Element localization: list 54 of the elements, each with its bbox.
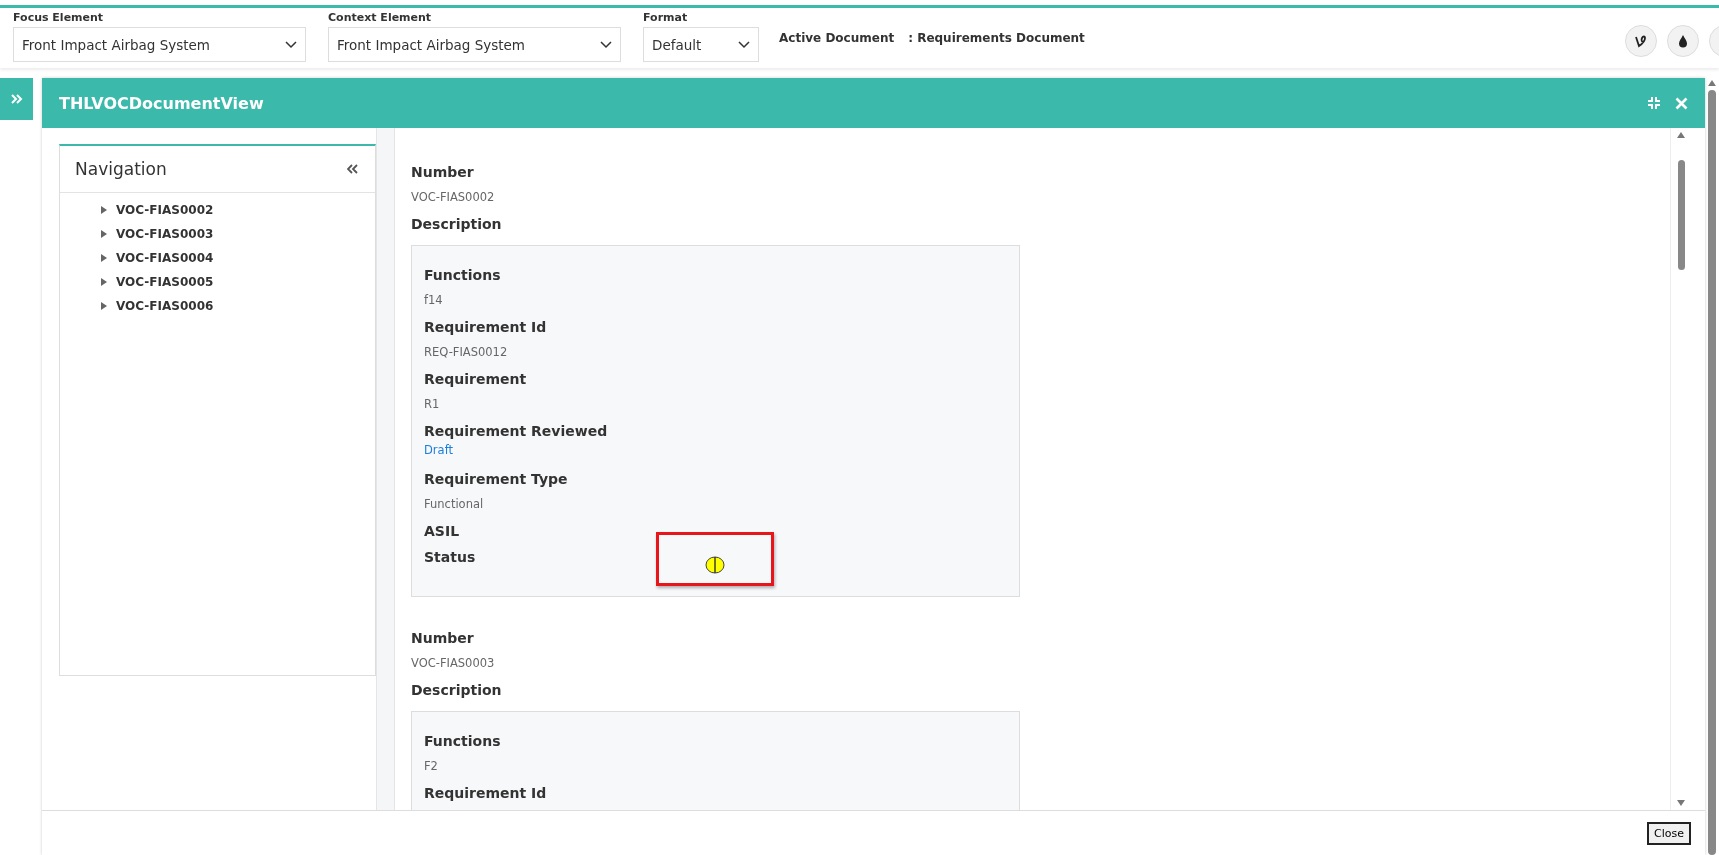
v-logo-icon — [1634, 34, 1648, 48]
field-label: Requirement — [424, 370, 527, 388]
field-value: R1 — [424, 396, 440, 412]
field-label: Functions — [424, 266, 501, 284]
field-label: Description — [411, 215, 502, 233]
tree-item[interactable]: VOC-FIAS0004 — [100, 251, 214, 265]
active-document-label: Active Document — [779, 31, 895, 45]
drop-icon — [1677, 34, 1689, 48]
field-label: Requirement Id — [424, 318, 547, 336]
tree-item[interactable]: VOC-FIAS0005 — [100, 275, 214, 289]
scrollbar[interactable] — [1705, 78, 1719, 855]
close-button[interactable]: Close — [1647, 821, 1691, 845]
scroll-up-icon[interactable] — [1708, 80, 1716, 86]
active-document-value: : Requirements Document — [908, 31, 1085, 45]
field-label: Requirement Reviewed — [424, 422, 608, 440]
tree-item[interactable]: VOC-FIAS0006 — [100, 299, 214, 313]
scroll-thumb[interactable] — [1677, 160, 1685, 270]
chevron-down-icon — [738, 40, 750, 49]
field-label: Requirement Id — [424, 784, 547, 802]
chevron-down-icon — [600, 40, 612, 49]
tree-item[interactable]: VOC-FIAS0002 — [100, 203, 214, 217]
field-link[interactable]: Draft — [424, 442, 453, 458]
close-icon[interactable] — [1675, 96, 1688, 110]
field-label: Format — [643, 11, 689, 26]
field-value: Functional — [424, 496, 484, 512]
field-value: REQ-FIAS0012 — [424, 344, 508, 360]
field-label: Requirement Type — [424, 470, 568, 488]
chevron-down-icon — [285, 40, 297, 49]
scroll-thumb[interactable] — [1708, 89, 1716, 855]
field-label: Functions — [424, 732, 501, 750]
navigation-title: Navigation — [75, 159, 167, 179]
field-label: Focus Element — [13, 11, 105, 26]
drop-icon-button[interactable] — [1667, 25, 1699, 57]
scroll-up-icon[interactable] — [1677, 132, 1685, 138]
field-value: F2 — [424, 758, 438, 774]
field-label: ASIL — [424, 522, 460, 540]
dropdown[interactable]: Front Impact Airbag System — [13, 27, 306, 62]
tree-item[interactable]: VOC-FIAS0003 — [100, 227, 214, 241]
collapse-icon[interactable] — [1647, 96, 1661, 110]
double-chevron-right-icon — [10, 94, 23, 104]
scroll-down-icon[interactable] — [1677, 800, 1685, 806]
field-label: Context Element — [328, 11, 433, 26]
field-label: Status — [424, 548, 476, 566]
field-value: f14 — [424, 292, 443, 308]
panel-title: THLVOCDocumentView — [59, 93, 264, 113]
field-label: Number — [411, 629, 474, 647]
expand-sidebar-button[interactable] — [0, 78, 33, 120]
field-label: Number — [411, 163, 474, 181]
collapse-left-icon[interactable] — [347, 164, 358, 174]
dropdown[interactable]: Front Impact Airbag System — [328, 27, 621, 62]
field-value: VOC-FIAS0003 — [411, 655, 495, 671]
dropdown[interactable]: Default — [643, 27, 759, 62]
field-label: Description — [411, 681, 502, 699]
field-value: VOC-FIAS0002 — [411, 189, 495, 205]
